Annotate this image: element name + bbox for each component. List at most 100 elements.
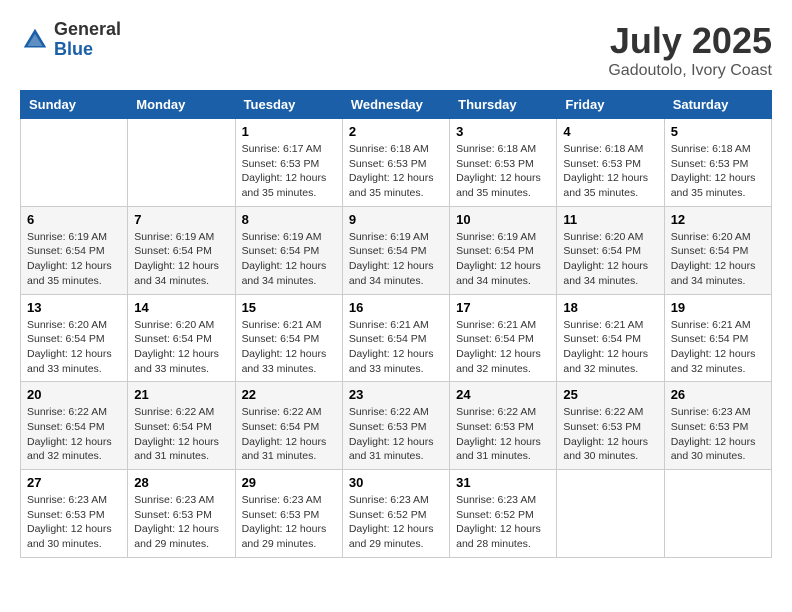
calendar-cell: 16 Sunrise: 6:21 AM Sunset: 6:54 PM Dayli… [342,294,449,382]
calendar-week-row: 6Sunrise: 6:19 AM Sunset: 6:54 PM Daylig… [21,206,772,294]
day-info: Sunrise: 6:22 AM Sunset: 6:53 PM Dayligh… [456,405,550,464]
calendar-cell: 21 Sunrise: 6:22 AM Sunset: 6:54 PM Dayli… [128,382,235,470]
day-info: Sunrise: 6:19 AM Sunset: 6:54 PM Dayligh… [242,230,336,289]
calendar-cell: 7 Sunrise: 6:19 AM Sunset: 6:54 PM Daylig… [128,206,235,294]
day-info: Sunrise: 6:20 AM Sunset: 6:54 PM Dayligh… [671,230,765,289]
calendar-cell: 4 Sunrise: 6:18 AM Sunset: 6:53 PM Daylig… [557,119,664,207]
calendar-cell: 26 Sunrise: 6:23 AM Sunset: 6:53 PM Dayli… [664,382,771,470]
day-info: Sunrise: 6:23 AM Sunset: 6:53 PM Dayligh… [242,493,336,552]
calendar-cell: 13Sunrise: 6:20 AM Sunset: 6:54 PM Dayli… [21,294,128,382]
calendar-table: SundayMondayTuesdayWednesdayThursdayFrid… [20,90,772,558]
calendar-cell: 3Sunrise: 6:18 AM Sunset: 6:53 PM Daylig… [450,119,557,207]
calendar-cell: 28Sunrise: 6:23 AM Sunset: 6:53 PM Dayli… [128,470,235,558]
calendar-week-row: 13Sunrise: 6:20 AM Sunset: 6:54 PM Dayli… [21,294,772,382]
month-title: July 2025 [608,20,772,62]
day-number: 7 [134,212,228,227]
weekday-header: Wednesday [342,91,449,119]
weekday-header: Friday [557,91,664,119]
calendar-cell: 9 Sunrise: 6:19 AM Sunset: 6:54 PM Daylig… [342,206,449,294]
day-number: 31 [456,475,550,490]
weekday-header: Monday [128,91,235,119]
calendar-cell: 11 Sunrise: 6:20 AM Sunset: 6:54 PM Dayli… [557,206,664,294]
day-info: Sunrise: 6:19 AM Sunset: 6:54 PM Dayligh… [27,230,121,289]
weekday-header-row: SundayMondayTuesdayWednesdayThursdayFrid… [21,91,772,119]
calendar-cell: 2 Sunrise: 6:18 AM Sunset: 6:53 PM Daylig… [342,119,449,207]
day-number: 26 [671,387,765,402]
calendar-cell [557,470,664,558]
calendar-cell: 18Sunrise: 6:21 AM Sunset: 6:54 PM Dayli… [557,294,664,382]
day-info: Sunrise: 6:22 AM Sunset: 6:53 PM Dayligh… [349,405,443,464]
day-number: 4 [563,124,657,139]
day-number: 5 [671,124,765,139]
day-number: 23 [349,387,443,402]
day-info: Sunrise: 6:22 AM Sunset: 6:54 PM Dayligh… [27,405,121,464]
calendar-cell: 1 Sunrise: 6:17 AM Sunset: 6:53 PM Daylig… [235,119,342,207]
logo-general: General [54,20,121,40]
day-info: Sunrise: 6:23 AM Sunset: 6:52 PM Dayligh… [349,493,443,552]
day-info: Sunrise: 6:23 AM Sunset: 6:53 PM Dayligh… [27,493,121,552]
day-info: Sunrise: 6:19 AM Sunset: 6:54 PM Dayligh… [456,230,550,289]
day-number: 15 [242,300,336,315]
day-info: Sunrise: 6:19 AM Sunset: 6:54 PM Dayligh… [349,230,443,289]
day-info: Sunrise: 6:17 AM Sunset: 6:53 PM Dayligh… [242,142,336,201]
day-info: Sunrise: 6:20 AM Sunset: 6:54 PM Dayligh… [27,318,121,377]
logo-blue: Blue [54,40,121,60]
day-number: 20 [27,387,121,402]
calendar-cell: 5 Sunrise: 6:18 AM Sunset: 6:53 PM Daylig… [664,119,771,207]
day-info: Sunrise: 6:21 AM Sunset: 6:54 PM Dayligh… [242,318,336,377]
logo-text: General Blue [54,20,121,60]
day-number: 16 [349,300,443,315]
day-info: Sunrise: 6:23 AM Sunset: 6:52 PM Dayligh… [456,493,550,552]
day-info: Sunrise: 6:21 AM Sunset: 6:54 PM Dayligh… [456,318,550,377]
day-number: 9 [349,212,443,227]
weekday-header: Thursday [450,91,557,119]
day-info: Sunrise: 6:18 AM Sunset: 6:53 PM Dayligh… [563,142,657,201]
weekday-header: Saturday [664,91,771,119]
day-number: 11 [563,212,657,227]
calendar-cell: 14Sunrise: 6:20 AM Sunset: 6:54 PM Dayli… [128,294,235,382]
calendar-cell: 29Sunrise: 6:23 AM Sunset: 6:53 PM Dayli… [235,470,342,558]
calendar-cell: 27 Sunrise: 6:23 AM Sunset: 6:53 PM Dayli… [21,470,128,558]
calendar-cell: 12 Sunrise: 6:20 AM Sunset: 6:54 PM Dayli… [664,206,771,294]
calendar-cell: 24Sunrise: 6:22 AM Sunset: 6:53 PM Dayli… [450,382,557,470]
weekday-header: Tuesday [235,91,342,119]
day-number: 19 [671,300,765,315]
calendar-cell: 20 Sunrise: 6:22 AM Sunset: 6:54 PM Dayli… [21,382,128,470]
day-info: Sunrise: 6:20 AM Sunset: 6:54 PM Dayligh… [563,230,657,289]
day-number: 30 [349,475,443,490]
day-info: Sunrise: 6:19 AM Sunset: 6:54 PM Dayligh… [134,230,228,289]
day-number: 25 [563,387,657,402]
day-number: 18 [563,300,657,315]
day-info: Sunrise: 6:21 AM Sunset: 6:54 PM Dayligh… [349,318,443,377]
day-number: 2 [349,124,443,139]
day-number: 12 [671,212,765,227]
calendar-cell: 25Sunrise: 6:22 AM Sunset: 6:53 PM Dayli… [557,382,664,470]
location-title: Gadoutolo, Ivory Coast [608,62,772,80]
day-number: 21 [134,387,228,402]
calendar-cell: 30 Sunrise: 6:23 AM Sunset: 6:52 PM Dayli… [342,470,449,558]
calendar-cell: 15 Sunrise: 6:21 AM Sunset: 6:54 PM Dayli… [235,294,342,382]
calendar-cell: 31 Sunrise: 6:23 AM Sunset: 6:52 PM Dayli… [450,470,557,558]
day-number: 3 [456,124,550,139]
day-info: Sunrise: 6:18 AM Sunset: 6:53 PM Dayligh… [349,142,443,201]
day-info: Sunrise: 6:18 AM Sunset: 6:53 PM Dayligh… [671,142,765,201]
weekday-header: Sunday [21,91,128,119]
day-info: Sunrise: 6:21 AM Sunset: 6:54 PM Dayligh… [671,318,765,377]
page-header: General Blue July 2025 Gadoutolo, Ivory … [20,20,772,80]
calendar-cell: 17 Sunrise: 6:21 AM Sunset: 6:54 PM Dayli… [450,294,557,382]
calendar-cell [21,119,128,207]
calendar-cell [128,119,235,207]
calendar-cell: 22Sunrise: 6:22 AM Sunset: 6:54 PM Dayli… [235,382,342,470]
day-number: 8 [242,212,336,227]
day-info: Sunrise: 6:22 AM Sunset: 6:54 PM Dayligh… [242,405,336,464]
day-info: Sunrise: 6:23 AM Sunset: 6:53 PM Dayligh… [671,405,765,464]
title-block: July 2025 Gadoutolo, Ivory Coast [608,20,772,80]
calendar-cell: 23 Sunrise: 6:22 AM Sunset: 6:53 PM Dayli… [342,382,449,470]
calendar-week-row: 20 Sunrise: 6:22 AM Sunset: 6:54 PM Dayli… [21,382,772,470]
day-number: 17 [456,300,550,315]
day-info: Sunrise: 6:22 AM Sunset: 6:54 PM Dayligh… [134,405,228,464]
logo: General Blue [20,20,121,60]
day-number: 27 [27,475,121,490]
day-info: Sunrise: 6:23 AM Sunset: 6:53 PM Dayligh… [134,493,228,552]
day-number: 1 [242,124,336,139]
